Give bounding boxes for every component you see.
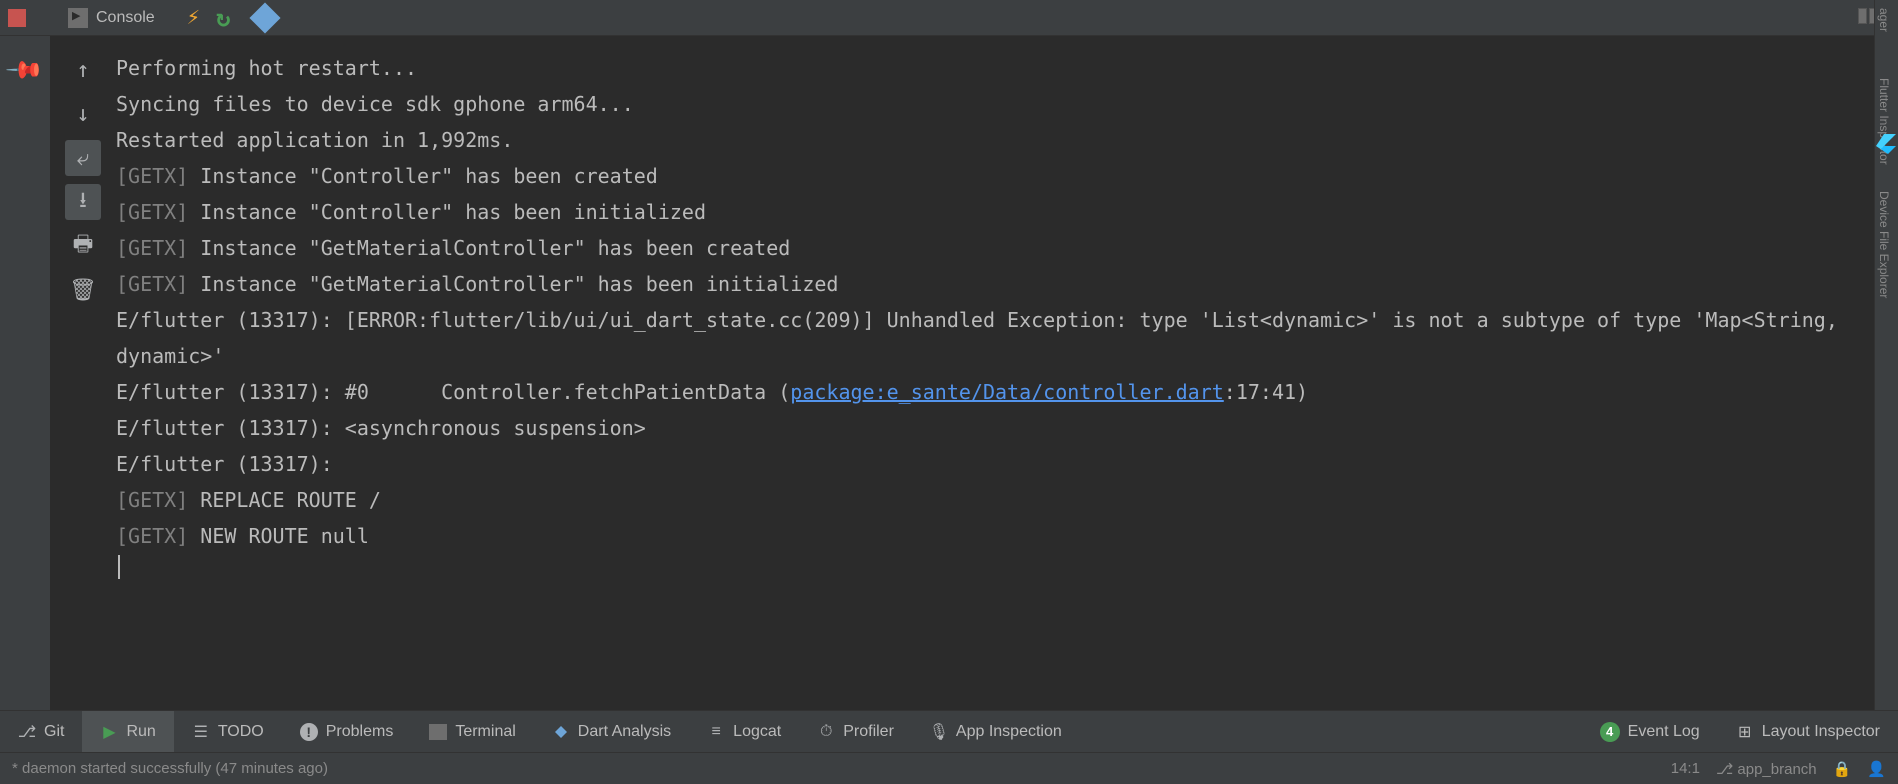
scroll-to-end-button[interactable]: ⭳ <box>65 184 101 220</box>
clear-button[interactable]: 🗑 <box>65 272 101 308</box>
right-tab-flutter-inspector[interactable]: Flutter Inspector <box>1875 70 1893 173</box>
profiler-icon: ⏱ <box>817 723 835 741</box>
problems-tab-label: Problems <box>326 723 394 741</box>
console-line: [GETX] Instance "Controller" has been in… <box>116 194 1868 230</box>
pin-icon[interactable]: 📌 <box>5 50 46 91</box>
play-icon: ▶ <box>100 723 118 741</box>
scroll-down-button[interactable]: ↓ <box>65 96 101 132</box>
hot-reload-icon[interactable]: ⚡ <box>187 5 200 30</box>
app-inspection-tab-label: App Inspection <box>956 723 1062 741</box>
logcat-tab-label: Logcat <box>733 723 781 741</box>
console-line: [GETX] Instance "GetMaterialController" … <box>116 266 1868 302</box>
terminal-icon <box>429 724 447 740</box>
run-tab-label: Run <box>126 723 155 741</box>
git-tab[interactable]: ⎇ Git <box>0 711 82 752</box>
console-output[interactable]: Performing hot restart...Syncing files t… <box>116 42 1868 710</box>
stop-button[interactable] <box>8 9 26 27</box>
right-sidebar: ager Flutter Inspector Device File Explo… <box>1874 0 1898 710</box>
git-branch-icon: ⎇ <box>18 723 36 741</box>
user-icon[interactable]: 👤 <box>1867 760 1886 778</box>
dart-analysis-tab[interactable]: Dart Analysis <box>534 711 689 752</box>
dart-analysis-tab-label: Dart Analysis <box>578 723 671 741</box>
todo-tab-label: TODO <box>218 723 264 741</box>
microphone-icon: 🎙 <box>930 723 948 741</box>
console-line: [GETX] Instance "GetMaterialController" … <box>116 230 1868 266</box>
devtools-icon[interactable] <box>250 2 281 33</box>
console-line: [GETX] Instance "Controller" has been cr… <box>116 158 1868 194</box>
print-button[interactable]: 🖶 <box>65 228 101 264</box>
console-line: [GETX] REPLACE ROUTE / <box>116 482 1868 518</box>
event-count-badge: 4 <box>1600 722 1620 742</box>
run-tab[interactable]: ▶ Run <box>82 711 173 752</box>
console-line: Restarted application in 1,992ms. <box>116 122 1868 158</box>
hot-restart-icon[interactable]: ↻ <box>216 4 230 32</box>
console-line: E/flutter (13317): <asynchronous suspens… <box>116 410 1868 446</box>
terminal-tab[interactable]: Terminal <box>411 711 533 752</box>
cursor-position[interactable]: 14:1 <box>1671 760 1700 777</box>
right-tab-manager[interactable]: ager <box>1875 0 1893 40</box>
console-line: [GETX] NEW ROUTE null <box>116 518 1868 554</box>
layout-inspector-tab-label: Layout Inspector <box>1762 723 1880 741</box>
console-line: Syncing files to device sdk gphone arm64… <box>116 86 1868 122</box>
source-link[interactable]: package:e_sante/Data/controller.dart <box>790 380 1223 404</box>
app-inspection-tab[interactable]: 🎙 App Inspection <box>912 711 1080 752</box>
console-side-controls: ↑ ↓ ⤶ ⭳ 🖶 🗑 <box>58 42 108 308</box>
warning-icon: ! <box>300 723 318 741</box>
logcat-tab[interactable]: ≡ Logcat <box>689 711 799 752</box>
left-gutter: 📌 <box>0 36 50 710</box>
git-branch-status[interactable]: ⎇ app_branch <box>1716 760 1817 778</box>
right-tab-device-explorer[interactable]: Device File Explorer <box>1875 183 1893 306</box>
terminal-tab-label: Terminal <box>455 723 515 741</box>
lock-icon[interactable]: 🔒 <box>1833 760 1852 778</box>
console-toolbar: Console ⚡ ↻ <box>0 0 1898 36</box>
git-tab-label: Git <box>44 723 64 741</box>
event-log-tab[interactable]: 4 Event Log <box>1582 711 1718 752</box>
layout-inspector-icon: ⊞ <box>1736 723 1754 741</box>
status-bar: * daemon started successfully (47 minute… <box>0 752 1898 784</box>
console-line: Performing hot restart... <box>116 50 1868 86</box>
dart-icon <box>552 723 570 741</box>
console-tab-label: Console <box>96 9 155 27</box>
soft-wrap-button[interactable]: ⤶ <box>65 140 101 176</box>
console-line: E/flutter (13317): [ERROR:flutter/lib/ui… <box>116 302 1868 374</box>
layout-inspector-tab[interactable]: ⊞ Layout Inspector <box>1718 711 1898 752</box>
profiler-tab[interactable]: ⏱ Profiler <box>799 711 912 752</box>
console-tab[interactable]: Console <box>56 4 167 32</box>
profiler-tab-label: Profiler <box>843 723 894 741</box>
problems-tab[interactable]: ! Problems <box>282 711 412 752</box>
list-icon: ☰ <box>192 723 210 741</box>
scroll-up-button[interactable]: ↑ <box>65 52 101 88</box>
event-log-tab-label: Event Log <box>1628 723 1700 741</box>
console-line: E/flutter (13317): <box>116 446 1868 482</box>
logcat-icon: ≡ <box>707 723 725 741</box>
status-message: * daemon started successfully (47 minute… <box>12 760 328 777</box>
bottom-tool-tabs: ⎇ Git ▶ Run ☰ TODO ! Problems Terminal D… <box>0 710 1898 752</box>
console-icon <box>68 8 88 28</box>
console-line: E/flutter (13317): #0 Controller.fetchPa… <box>116 374 1868 410</box>
todo-tab[interactable]: ☰ TODO <box>174 711 282 752</box>
